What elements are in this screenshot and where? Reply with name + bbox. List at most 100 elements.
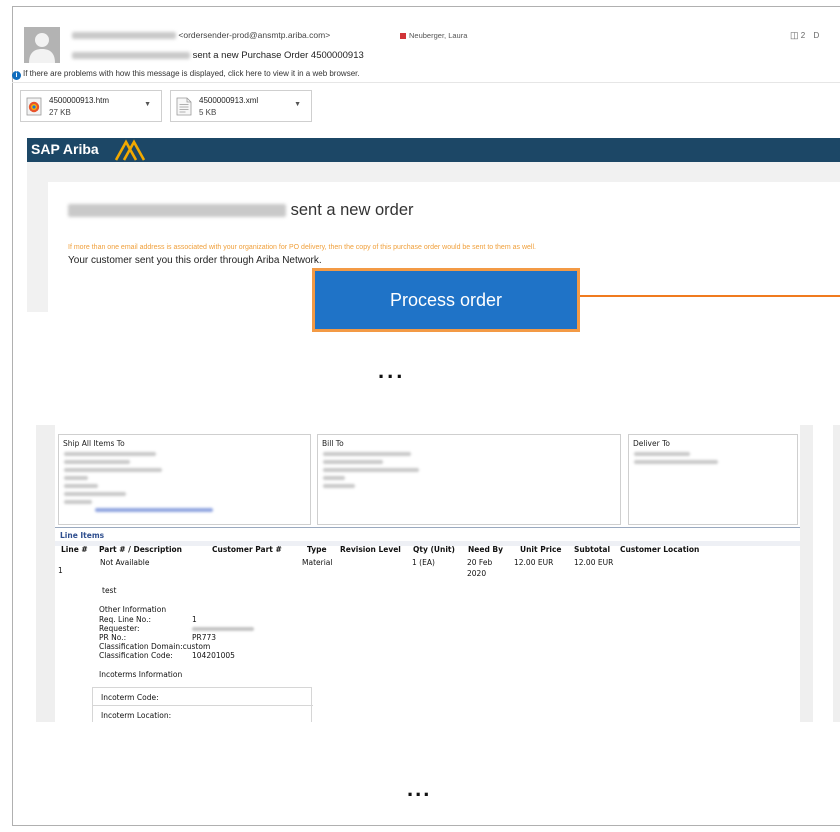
row-need-by-year: 2020: [467, 569, 487, 578]
line-items-title: Line Items: [60, 531, 105, 540]
divider: [12, 82, 840, 83]
class-code-value: 104201005: [192, 651, 235, 660]
callout-connector-line: [580, 295, 840, 297]
class-domain-label: Classification Domain:: [99, 642, 183, 651]
ship-to-box: Ship All Items To: [58, 434, 311, 525]
col-type: Type: [307, 545, 327, 554]
incoterm-location-label: Incoterm Location:: [101, 711, 172, 720]
ship-to-title: Ship All Items To: [63, 439, 125, 448]
subject-text: sent a new Purchase Order 4500000913: [192, 50, 364, 61]
other-info-title: Other Information: [99, 605, 167, 614]
col-revision-level: Revision Level: [340, 545, 401, 554]
row-description: test: [102, 586, 117, 595]
bill-to-title: Bill To: [322, 439, 344, 448]
class-domain: Classification Domain:custom: [99, 642, 210, 651]
class-domain-value: custom: [182, 642, 211, 651]
incoterm-code-row: Incoterm Code:: [93, 688, 313, 706]
po-background-right: [833, 425, 840, 722]
col-part-description: Part # / Description: [99, 545, 183, 554]
deliver-to-box: Deliver To: [628, 434, 798, 525]
col-qty-unit: Qty (Unit): [413, 545, 455, 554]
ellipsis-separator-bottom: ...: [407, 776, 432, 801]
attachment-xml[interactable]: 4500000913.xml 5 KB ▼: [170, 90, 312, 122]
attachment-name: 4500000913.htm: [49, 96, 110, 105]
order-headline: sent a new order: [68, 201, 414, 220]
category-color-icon: [400, 33, 406, 39]
info-icon: i: [12, 71, 21, 80]
redacted-text: [323, 476, 345, 480]
sender-avatar: [24, 27, 60, 63]
attachment-size: 5 KB: [199, 108, 217, 117]
redacted-text: [64, 500, 92, 504]
sender-line: <ordersender-prod@ansmtp.ariba.com>: [72, 30, 330, 40]
redacted-text: [634, 452, 690, 456]
redacted-text: [64, 492, 126, 496]
web-view-info-bar[interactable]: i If there are problems with how this mes…: [12, 69, 360, 80]
requester-redacted: [192, 627, 254, 631]
bill-to-box: Bill To: [317, 434, 621, 525]
chevron-down-icon[interactable]: ▼: [294, 101, 301, 108]
person-outline-icon: ◫: [790, 30, 799, 40]
redacted-text: [634, 460, 718, 464]
sender-address: <ordersender-prod@ansmtp.ariba.com>: [178, 30, 331, 40]
ariba-header-bar: SAP Ariba: [27, 138, 840, 162]
chevron-down-icon[interactable]: ▼: [144, 101, 151, 108]
ellipsis-separator: ...: [378, 358, 406, 383]
row-line: 1: [58, 566, 63, 575]
customer-name-redacted: [68, 204, 286, 218]
redacted-text: [323, 484, 355, 488]
row-need-by-date: 20 Feb: [467, 558, 493, 567]
row-unit-price: 12.00 EUR: [514, 558, 554, 567]
attachment-size: 27 KB: [49, 108, 71, 117]
section-divider: [55, 527, 800, 528]
xml-file-icon: [176, 97, 192, 116]
col-line: Line #: [61, 545, 88, 554]
person-icon: [24, 27, 60, 63]
info-bar-text: If there are problems with how this mess…: [23, 69, 360, 78]
redacted-text: [64, 452, 156, 456]
attachment-name: 4500000913.xml: [199, 96, 259, 105]
req-line-value: 1: [192, 615, 197, 624]
redacted-text: [64, 484, 98, 488]
people-count[interactable]: ◫ 2 D: [790, 30, 819, 41]
deliver-to-title: Deliver To: [633, 439, 670, 448]
row-qty: 1 (EA): [412, 558, 435, 567]
redacted-text: [64, 468, 162, 472]
row-part: Not Available: [100, 558, 150, 567]
col-subtotal: Subtotal: [574, 545, 611, 554]
headline-text: sent a new order: [290, 201, 414, 219]
attachment-htm[interactable]: 4500000913.htm 27 KB ▼: [20, 90, 162, 122]
sender-name-redacted: [72, 32, 176, 40]
row-subtotal: 12.00 EUR: [574, 558, 614, 567]
redacted-text: [323, 468, 419, 472]
row-type: Material: [302, 558, 333, 567]
redacted-text: [323, 460, 383, 464]
po-delivery-note: If more than one email address is associ…: [68, 244, 536, 251]
email-subject: sent a new Purchase Order 4500000913: [72, 50, 364, 61]
pr-label: PR No.:: [99, 633, 127, 642]
sap-ariba-logo: SAP Ariba: [31, 141, 99, 157]
incoterms-title: Incoterms Information: [99, 670, 183, 679]
customer-notice: Your customer sent you this order throug…: [68, 255, 322, 266]
col-unit-price: Unit Price: [520, 545, 562, 554]
ariba-chevron-logo-icon: [114, 139, 146, 161]
sender-company-redacted: [72, 51, 190, 59]
incoterm-code-label: Incoterm Code:: [101, 693, 159, 702]
col-customer-part: Customer Part #: [212, 545, 282, 554]
col-customer-location: Customer Location: [620, 545, 700, 554]
pr-value: PR773: [192, 633, 217, 642]
date-cutoff: D: [813, 31, 820, 40]
recipient-tag-label: Neuberger, Laura: [409, 31, 468, 40]
requester-label: Requester:: [99, 624, 140, 633]
process-order-button[interactable]: Process order: [312, 268, 580, 332]
redacted-email-link[interactable]: [95, 508, 213, 512]
incoterm-location-row: Incoterm Location:: [93, 706, 313, 724]
redacted-text: [64, 476, 88, 480]
people-count-value: 2: [800, 31, 806, 40]
req-line-label: Req. Line No.:: [99, 615, 152, 624]
recipient-tag[interactable]: Neuberger, Laura: [400, 31, 467, 40]
class-code-label: Classification Code:: [99, 651, 173, 660]
col-need-by: Need By: [468, 545, 504, 554]
redacted-text: [64, 460, 130, 464]
incoterms-table: Incoterm Code: Incoterm Location:: [92, 687, 313, 724]
